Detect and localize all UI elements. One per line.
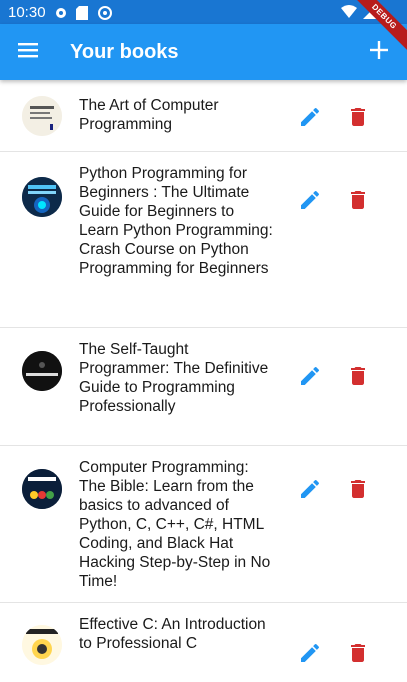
book-cover-avatar: [22, 469, 62, 509]
edit-button[interactable]: [298, 105, 322, 129]
book-cover-avatar: [22, 351, 62, 391]
delete-button[interactable]: [346, 188, 370, 212]
list-item[interactable]: Python Programming for Beginners : The U…: [0, 152, 407, 328]
pencil-icon: [298, 643, 322, 669]
trash-icon: [346, 367, 370, 392]
book-cover-avatar: [22, 625, 62, 665]
pencil-icon: [298, 190, 322, 216]
edit-button[interactable]: [298, 641, 322, 665]
list-item[interactable]: Computer Programming: The Bible: Learn f…: [0, 446, 407, 603]
delete-button[interactable]: [346, 477, 370, 501]
delete-button[interactable]: [346, 364, 370, 388]
book-cover-avatar: [22, 177, 62, 217]
book-list[interactable]: The Art of Computer Programming Python P…: [0, 80, 407, 682]
list-item[interactable]: The Art of Computer Programming: [0, 80, 407, 152]
trash-icon: [346, 191, 370, 216]
book-title: Computer Programming: The Bible: Learn f…: [79, 459, 271, 590]
book-title: The Art of Computer Programming: [79, 97, 219, 133]
pencil-icon: [298, 366, 322, 392]
wifi-icon: [341, 4, 357, 23]
pencil-icon: [298, 107, 322, 133]
book-cover-avatar: [22, 96, 62, 136]
status-time: 10:30: [8, 3, 46, 21]
trash-icon: [346, 644, 370, 669]
delete-button[interactable]: [346, 105, 370, 129]
list-item[interactable]: Effective C: An Introduction to Professi…: [0, 603, 407, 682]
pencil-icon: [298, 479, 322, 505]
sync-icon: [97, 5, 112, 20]
edit-button[interactable]: [298, 477, 322, 501]
hamburger-menu-icon: [18, 42, 38, 62]
list-item[interactable]: The Self-Taught Programmer: The Definiti…: [0, 328, 407, 446]
page-title: Your books: [70, 40, 179, 63]
status-bar: 10:30: [0, 0, 407, 24]
trash-icon: [346, 480, 370, 505]
edit-button[interactable]: [298, 188, 322, 212]
trash-icon: [346, 108, 370, 133]
book-title: Python Programming for Beginners : The U…: [79, 165, 273, 277]
plus-icon: [370, 41, 388, 63]
menu-button[interactable]: [0, 24, 56, 80]
app-bar: Your books: [0, 24, 407, 80]
book-title: The Self-Taught Programmer: The Definiti…: [79, 341, 269, 415]
edit-button[interactable]: [298, 364, 322, 388]
sd-card-icon: [75, 5, 90, 20]
delete-button[interactable]: [346, 641, 370, 665]
book-title: Effective C: An Introduction to Professi…: [79, 616, 266, 652]
settings-icon: [54, 5, 68, 19]
